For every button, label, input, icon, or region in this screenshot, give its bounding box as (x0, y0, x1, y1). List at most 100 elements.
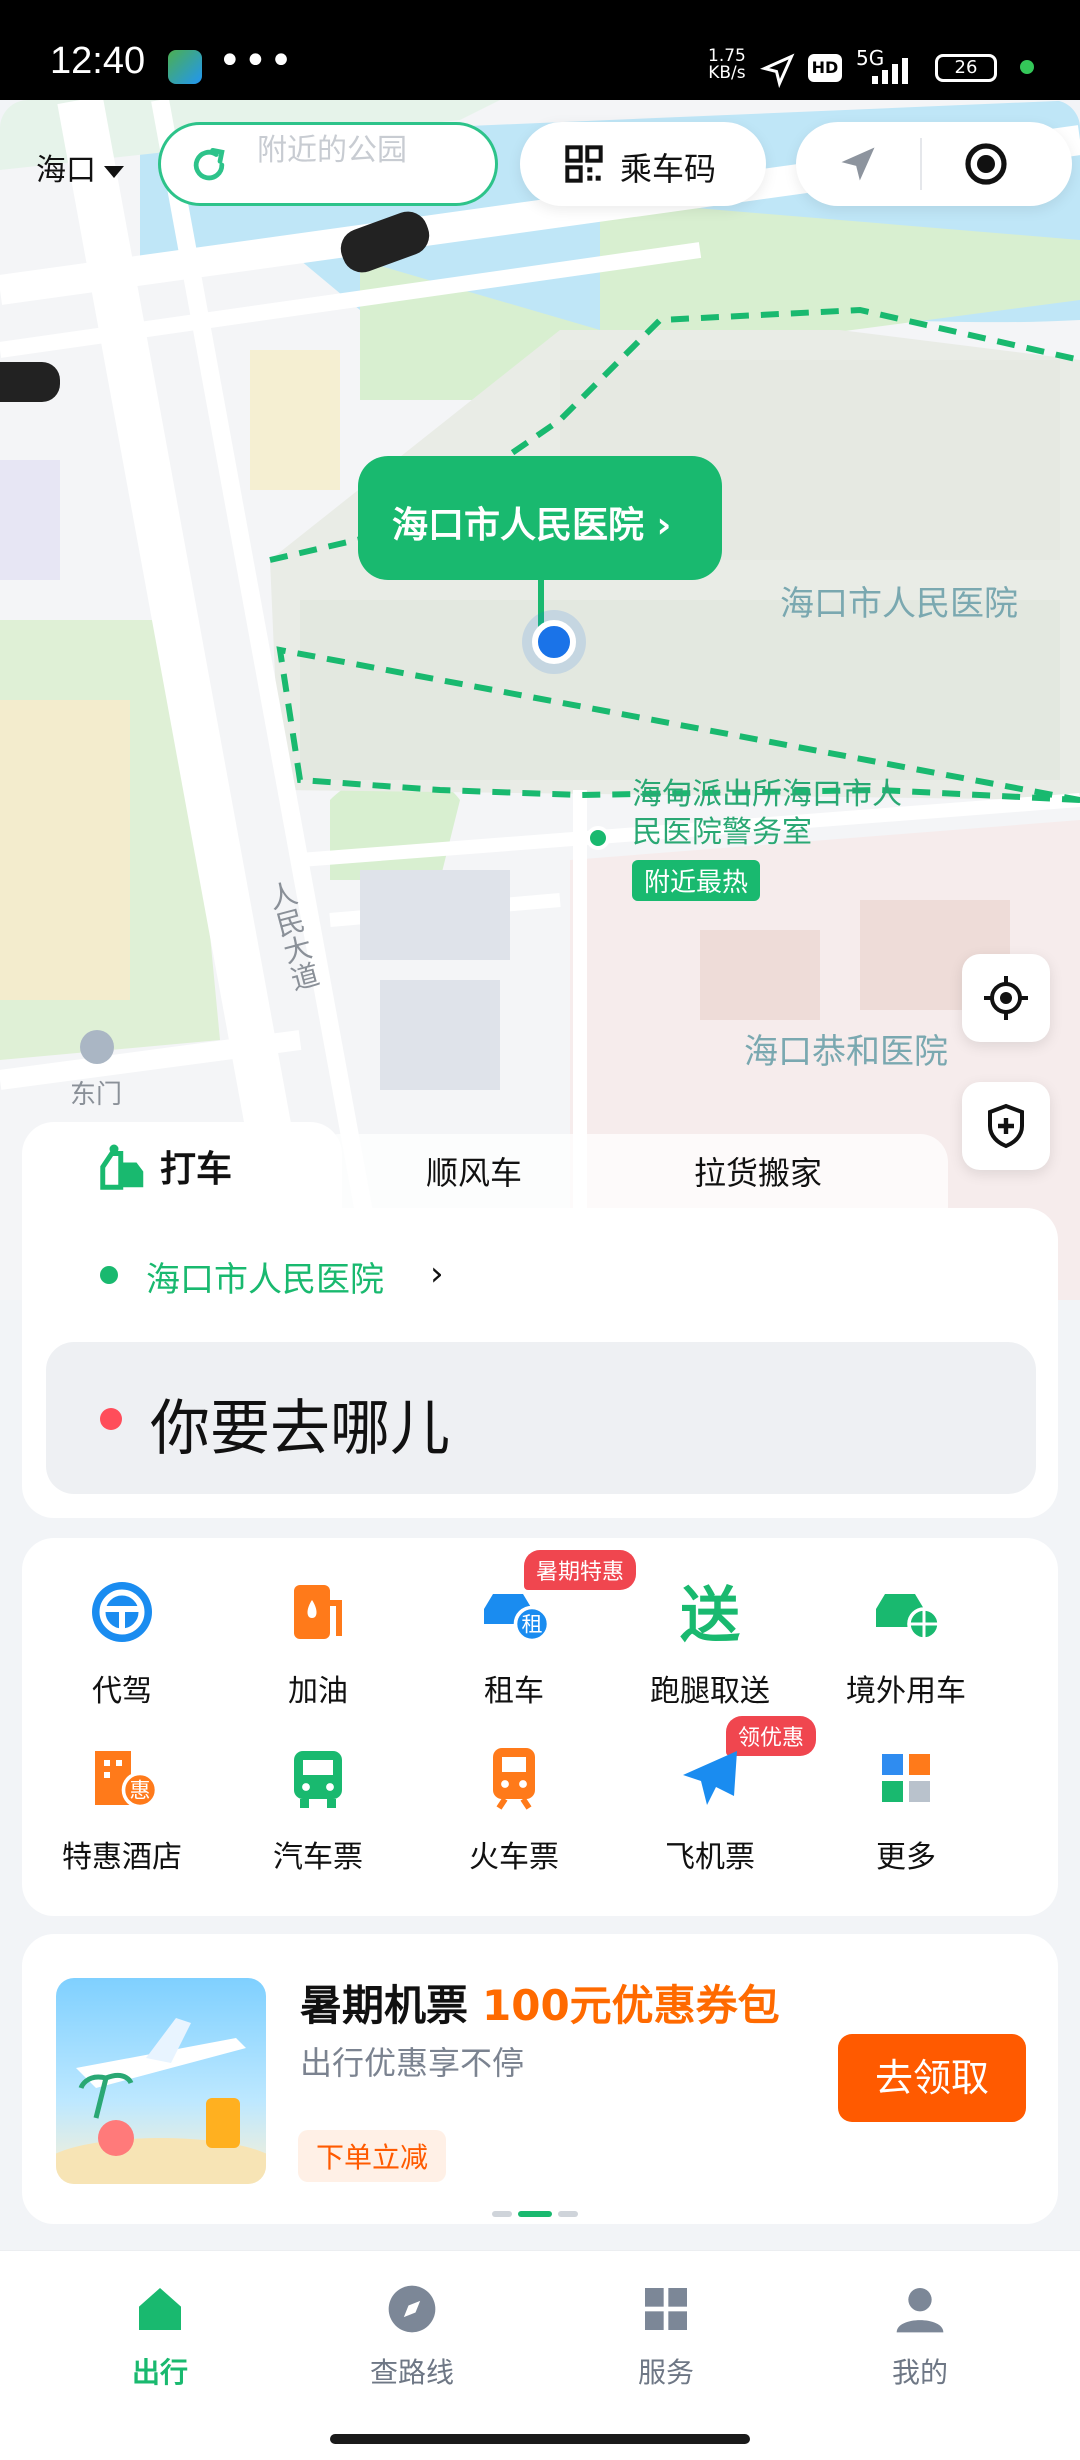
origin-location[interactable]: 海口市人民医院 (146, 1252, 384, 1301)
fuel-pump-icon (294, 1585, 342, 1639)
nav-services[interactable]: 服务 (586, 2281, 746, 2391)
person-icon (896, 2288, 944, 2333)
status-bar: 12:40 ••• 1.75 KB/s HD 5G 26 (0, 0, 1080, 100)
map-label-gonghe: 海口恭和医院 (744, 1032, 948, 1072)
police-poi-dot[interactable] (586, 826, 610, 850)
service-overseas-car[interactable]: 境外用车 (808, 1576, 1004, 1710)
map-label-police-1: 海甸派出所海口市人 (632, 777, 902, 812)
nav-label: 我的 (891, 2356, 948, 2389)
service-label: 更多 (876, 1840, 936, 1875)
target-icon[interactable] (962, 140, 1010, 188)
service-label: 跑腿取送 (650, 1674, 770, 1709)
service-errand-delivery[interactable]: 送 跑腿取送 (612, 1576, 808, 1710)
status-time: 12:40 (50, 40, 146, 82)
svg-text:送: 送 (680, 1581, 740, 1648)
service-label: 汽车票 (273, 1840, 363, 1875)
bus-icon (294, 1751, 342, 1808)
crosshair-icon (984, 976, 1028, 1020)
tab-ride-hailing[interactable]: 打车 (160, 1140, 232, 1192)
home-icon (139, 2288, 181, 2330)
map-label-hospital: 海口市人民医院 (780, 584, 1018, 624)
ride-code-label: 乘车码 (620, 150, 717, 188)
map-label-gate: 东门 (70, 1080, 123, 1110)
caret-down-icon (104, 165, 124, 178)
service-car-rental[interactable]: 暑期特惠 租 租车 (416, 1550, 637, 1710)
chevron-right-icon: › (430, 1254, 444, 1294)
city-name: 海口 (36, 153, 96, 188)
steering-wheel-icon (92, 1582, 152, 1642)
service-label: 代驾 (92, 1674, 152, 1709)
network-speed-unit: KB/s (708, 63, 746, 83)
destination-dot-icon (100, 1408, 122, 1430)
nearby-search-pill[interactable]: 附近的公园 (158, 122, 498, 206)
service-label: 火车票 (469, 1840, 559, 1875)
claim-coupon-button[interactable]: 去领取 (838, 2034, 1026, 2122)
grid-icon (645, 2288, 687, 2330)
map-tools-pill (796, 122, 1072, 206)
hd-icon: HD (808, 54, 842, 82)
airplane-promo-image (56, 1978, 266, 2184)
taxi-icon (100, 1144, 144, 1190)
grid-more-icon (882, 1754, 930, 1802)
service-train-ticket[interactable]: 火车票 (416, 1742, 612, 1876)
map-view[interactable]: 海口市人民医院 › 海口市人民医院 海甸派出所海口市人 民医院警务室 附近最热 … (0, 100, 1080, 1300)
service-label: 加油 (288, 1674, 348, 1709)
qr-code-icon (565, 145, 603, 183)
service-flight-ticket[interactable]: 领优惠 飞机票 (612, 1716, 817, 1876)
svg-text:租: 租 (522, 1613, 543, 1637)
navigation-arrow-icon[interactable] (836, 142, 880, 186)
overseas-car-icon (876, 1594, 941, 1641)
promo-title-highlight: 100元优惠券包 (482, 1981, 780, 2030)
map-label-police-2: 民医院警务室 (632, 815, 812, 850)
delivery-icon: 送 (680, 1581, 740, 1651)
services-grid: 代驾 加油 暑期特惠 租 租车 送 跑腿取送 境外用车 惠 特惠酒店 汽车票 火… (22, 1538, 1058, 1916)
battery-icon: 26 (935, 54, 997, 82)
service-bus-ticket[interactable]: 汽车票 (220, 1742, 416, 1876)
nav-label: 查路线 (369, 2356, 454, 2389)
privacy-indicator-dot (1020, 60, 1034, 74)
nearby-search-placeholder: 附近的公园 (257, 133, 407, 168)
city-selector[interactable]: 海口 (36, 145, 124, 189)
pager-dot-active (518, 2211, 552, 2217)
ride-code-button[interactable]: 乘车码 (520, 122, 766, 206)
tools-divider (920, 138, 922, 190)
service-hotel[interactable]: 惠 特惠酒店 (24, 1742, 220, 1876)
selected-place-bubble[interactable]: 海口市人民医院 › (358, 456, 722, 580)
signal-bars-icon (872, 58, 908, 84)
current-location-pin (532, 620, 576, 664)
airplane-icon (683, 1751, 737, 1805)
tab-freight-moving[interactable]: 拉货搬家 (694, 1148, 822, 1194)
compass-icon (388, 2285, 436, 2333)
promo-title: 暑期机票 (300, 1981, 469, 2030)
app-notification-icon (168, 50, 202, 84)
network-speed: 1.75 KB/s (708, 48, 746, 82)
hot-nearby-tag: 附近最热 (632, 860, 761, 901)
rental-car-icon: 租 (484, 1594, 551, 1643)
service-label: 境外用车 (846, 1674, 966, 1709)
map-canvas (0, 100, 1080, 1300)
promo-tag: 下单立减 (298, 2130, 447, 2182)
service-designated-driver[interactable]: 代驾 (24, 1576, 220, 1710)
hotel-icon: 惠 (95, 1751, 159, 1809)
nav-label: 出行 (131, 2356, 188, 2389)
locate-me-button[interactable] (962, 954, 1050, 1042)
location-arrow-icon (760, 53, 795, 88)
nav-label: 服务 (637, 2356, 694, 2389)
destination-placeholder: 你要去哪儿 (150, 1394, 450, 1464)
promo-banner[interactable]: 暑期机票 100元优惠券包 出行优惠享不停 下单立减 去领取 (22, 1934, 1058, 2224)
pager-dot (558, 2211, 578, 2217)
bottom-navigation: 出行 查路线 服务 我的 (0, 2250, 1080, 2417)
service-fuel[interactable]: 加油 (220, 1576, 416, 1710)
service-label: 租车 (484, 1674, 544, 1709)
service-more[interactable]: 更多 (808, 1742, 1004, 1876)
nav-mine[interactable]: 我的 (840, 2281, 1000, 2391)
train-icon (493, 1748, 535, 1810)
home-indicator[interactable] (330, 2434, 750, 2444)
tab-hitch[interactable]: 顺风车 (426, 1148, 522, 1194)
nav-travel[interactable]: 出行 (80, 2281, 240, 2391)
service-label: 特惠酒店 (62, 1840, 182, 1875)
gate-exit-icon (80, 1030, 114, 1064)
origin-dot-icon (100, 1266, 118, 1284)
nav-route[interactable]: 查路线 (332, 2281, 492, 2391)
service-label: 飞机票 (665, 1840, 755, 1875)
